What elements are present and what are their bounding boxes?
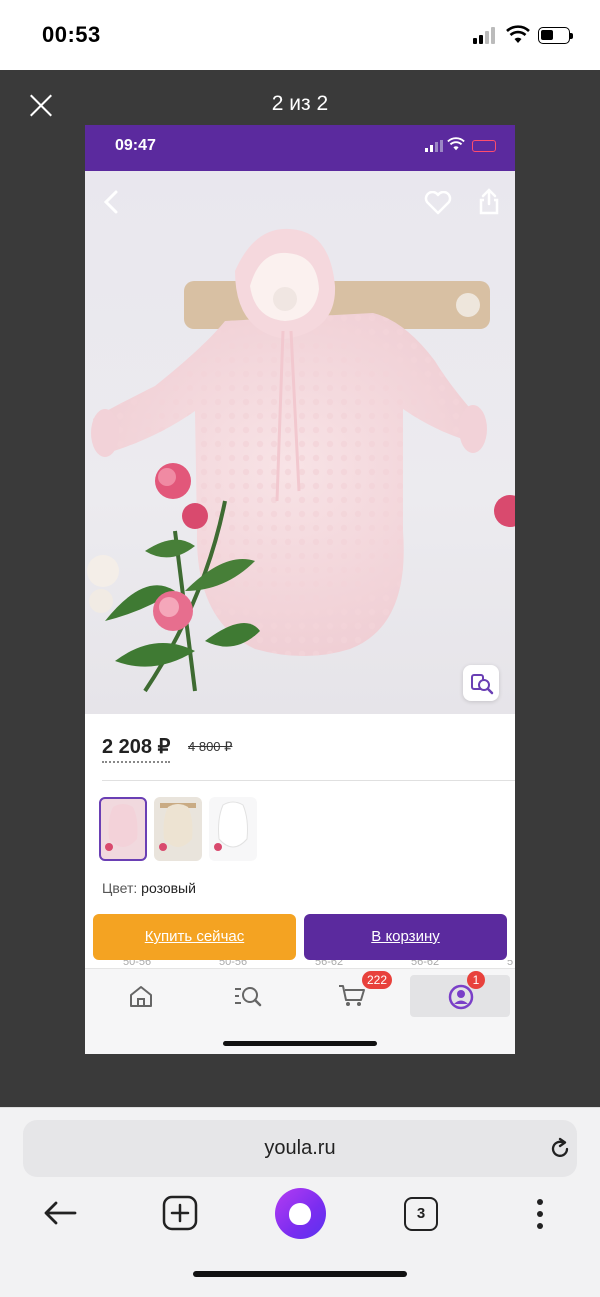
inner-signal-icon (425, 140, 443, 152)
attached-screenshot[interactable]: 09:47 2 208 ₽ 4 800 ₽ Цвет: розовый Купи… (85, 125, 515, 1054)
profile-badge: 1 (467, 971, 485, 989)
size-chip[interactable]: 50-56 (123, 960, 151, 968)
tab-catalog[interactable] (195, 975, 295, 1017)
tabs-count-button[interactable]: 3 (404, 1197, 438, 1231)
favorite-heart-icon[interactable] (424, 191, 452, 215)
wifi-icon (506, 25, 530, 43)
status-time: 00:53 (42, 22, 101, 47)
catalog-search-icon (235, 987, 262, 1007)
product-price[interactable]: 2 208 ₽ (102, 734, 171, 763)
image-counter: 2 из 2 (271, 92, 329, 115)
reload-icon[interactable] (547, 1136, 573, 1162)
size-chip[interactable]: 56-62 (411, 960, 439, 968)
url-text: youla.ru (264, 1137, 336, 1159)
tab-cart[interactable]: 222 (300, 971, 400, 1017)
more-menu-icon[interactable] (532, 1197, 548, 1231)
share-icon[interactable] (478, 187, 500, 215)
inner-status-bar: 09:47 (85, 125, 515, 171)
inner-battery-icon (472, 140, 496, 152)
tab-profile[interactable]: 1 (410, 971, 510, 1017)
color-value: розовый (141, 880, 196, 896)
new-tab-icon[interactable] (162, 1195, 198, 1231)
product-photo[interactable] (85, 171, 515, 714)
cellular-signal-icon (473, 27, 499, 44)
cart-badge: 222 (362, 971, 393, 989)
address-bar[interactable]: youla.ru (23, 1120, 577, 1177)
color-label: Цвет: розовый (102, 880, 196, 896)
divider (102, 780, 515, 781)
home-icon (130, 986, 152, 1007)
inner-wifi-icon (447, 137, 465, 151)
image-viewer: 2 из 2 09:47 2 208 ₽ 4 800 ₽ Цвет: розов… (0, 70, 600, 1107)
cart-icon (339, 985, 365, 1006)
status-bar: 00:53 (0, 0, 600, 70)
inner-home-indicator (223, 1041, 377, 1046)
battery-icon (538, 27, 573, 44)
app-tab-bar: 222 1 (85, 968, 515, 1054)
color-thumbnail-pink[interactable] (99, 797, 147, 861)
browser-toolbar: youla.ru 3 (0, 1107, 600, 1297)
visual-search-icon (471, 674, 494, 695)
profile-icon (448, 984, 474, 1010)
alice-assistant-icon[interactable] (275, 1188, 326, 1239)
color-thumbnail-white[interactable] (209, 797, 257, 861)
back-arrow-icon[interactable] (42, 1198, 78, 1228)
size-chip[interactable]: 5 (507, 960, 513, 968)
color-label-text: Цвет: (102, 880, 138, 896)
buy-now-button[interactable]: Купить сейчас (93, 914, 296, 960)
home-indicator (193, 1271, 407, 1277)
visual-search-button[interactable] (463, 665, 499, 701)
back-arrow-icon[interactable] (101, 189, 121, 215)
tab-home[interactable] (90, 975, 190, 1017)
size-chip[interactable]: 50-56 (219, 960, 247, 968)
size-chip[interactable]: 56-62 (315, 960, 343, 968)
old-price: 4 800 ₽ (188, 739, 233, 754)
baby-envelope-photo (87, 228, 515, 693)
inner-status-time: 09:47 (115, 137, 156, 154)
add-to-cart-button[interactable]: В корзину (304, 914, 507, 960)
color-thumbnail-beige[interactable] (154, 797, 202, 861)
